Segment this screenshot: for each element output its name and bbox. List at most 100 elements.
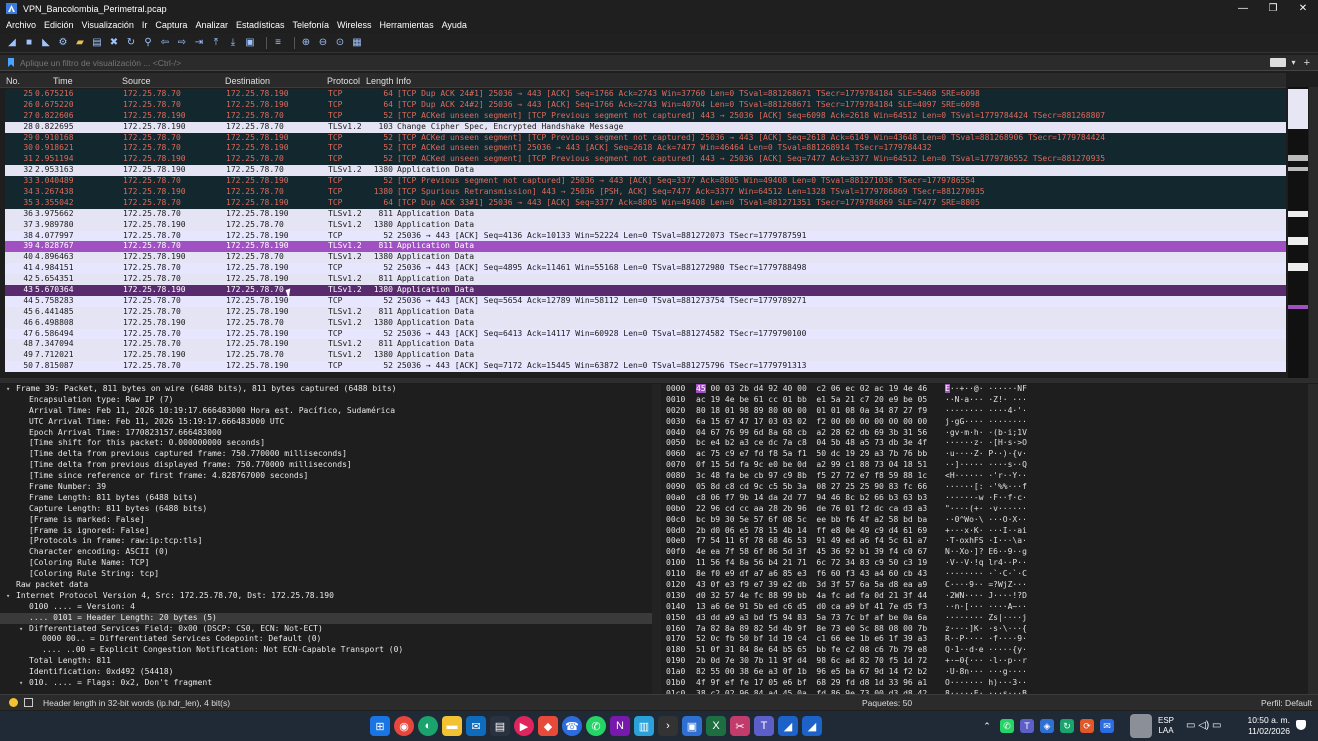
capture-comment-icon[interactable] — [24, 698, 33, 707]
edge-icon[interactable]: ◐ — [418, 716, 438, 736]
resize-columns-icon[interactable]: ▦ — [351, 37, 363, 49]
packet-row[interactable]: 38 4.077997 172.25.78.70 172.25.78.190 TCP 52… — [5, 230, 1286, 242]
pane-splitter[interactable] — [0, 378, 1318, 383]
packet-row[interactable]: 40 4.896463 172.25.78.190 172.25.78.70 TLSv1… — [5, 252, 1286, 264]
bookmark-icon[interactable] — [8, 58, 14, 67]
notifications-icon[interactable] — [1296, 720, 1306, 730]
close-button[interactable]: ✕ — [1288, 0, 1318, 17]
file-explorer-icon[interactable]: ▬ — [442, 716, 462, 736]
stop-capture-icon[interactable]: ■ — [23, 37, 35, 49]
autoscroll-icon[interactable]: ▣ — [244, 37, 256, 49]
column-length[interactable]: Length — [366, 76, 394, 86]
hex-dump-line[interactable]: 0150 d3 dd a9 a3 bd f5 94 83 5a 73 7c bf … — [662, 613, 1302, 624]
hex-dump-line[interactable]: 01b0 4f 9f ef fe 17 05 e6 bf 68 29 fd d8 … — [662, 678, 1302, 689]
menu-estadisticas[interactable]: Estadísticas — [236, 20, 285, 30]
hex-dump-line[interactable]: 0090 05 8d c8 cd 9c c5 5b 3a 08 27 25 25 … — [662, 482, 1302, 493]
tray-chevron-icon[interactable]: ⌃ — [980, 719, 994, 733]
microphone-icon[interactable] — [1130, 714, 1152, 738]
packet-row[interactable]: 31 2.951194 172.25.78.190 172.25.78.70 TCP 52… — [5, 154, 1286, 166]
packet-row[interactable]: 45 6.441485 172.25.78.70 172.25.78.190 TLSv1… — [5, 306, 1286, 318]
hex-dump-line[interactable]: 0190 2b 0d 7e 30 7b 11 9f d4 98 6c ad 82 … — [662, 656, 1302, 667]
details-scrollbar[interactable] — [652, 384, 661, 694]
packet-row[interactable]: 34 3.267438 172.25.78.190 172.25.78.70 TCP 13… — [5, 187, 1286, 198]
outlook-icon[interactable]: ✉ — [466, 716, 486, 736]
packet-row[interactable]: 36 3.975662 172.25.78.70 172.25.78.190 TLSv1… — [5, 208, 1286, 220]
hex-dump-line[interactable]: 0000 45 00 03 2b d4 92 40 00 c2 06 ec 02 … — [662, 384, 1302, 395]
packet-row[interactable]: 47 6.586494 172.25.78.70 172.25.78.190 TCP 52… — [5, 328, 1286, 340]
detail-tree-item[interactable]: ▾ Frame 39: Packet, 811 bytes on wire (64… — [0, 384, 652, 395]
display-filter-input[interactable] — [20, 55, 1270, 70]
hex-dump-line[interactable]: 0170 52 0c fb 50 bf 1d 19 c4 c1 66 ee 1b … — [662, 634, 1302, 645]
media-player-icon[interactable]: ▶ — [514, 716, 534, 736]
hex-dump-line[interactable]: 0180 51 0f 31 84 8e 64 b5 65 bb fe c2 08 … — [662, 645, 1302, 656]
menu-analizar[interactable]: Analizar — [195, 20, 228, 30]
open-file-icon[interactable]: ▰ — [74, 37, 86, 49]
onenote-icon[interactable]: N — [610, 716, 630, 736]
packet-row[interactable]: 44 5.758283 172.25.78.70 172.25.78.190 TCP 52… — [5, 295, 1286, 307]
teams-icon[interactable]: T — [754, 716, 774, 736]
hex-dump-line[interactable]: 0010 ac 19 4e be 61 cc 01 bb e1 5a 21 c7 … — [662, 395, 1302, 406]
menu-herramientas[interactable]: Herramientas — [380, 20, 434, 30]
packet-row[interactable]: 35 3.355042 172.25.78.70 172.25.78.190 TCP 64… — [5, 197, 1286, 209]
packet-row[interactable]: 49 7.712021 172.25.78.190 172.25.78.70 TLSv1… — [5, 350, 1286, 362]
packet-row[interactable]: 28 0.822695 172.25.78.190 172.25.78.70 TLSv1… — [5, 121, 1286, 133]
wireshark-active-icon[interactable]: ◢ — [802, 716, 822, 736]
chrome-icon[interactable]: ◉ — [394, 716, 414, 736]
wireshark-taskbar-icon[interactable]: ◢ — [778, 716, 798, 736]
packet-row[interactable]: 50 7.815087 172.25.78.70 172.25.78.190 TCP 52… — [5, 361, 1286, 373]
detail-tree-item[interactable]: [Time shift for this packet: 0.000000000… — [0, 438, 652, 449]
tray-update-icon[interactable]: ⟳ — [1080, 719, 1094, 733]
column-source[interactable]: Source — [122, 76, 151, 86]
whatsapp-icon[interactable]: ✆ — [586, 716, 606, 736]
packet-row[interactable]: 26 0.675220 172.25.78.70 172.25.78.190 TCP 64… — [5, 99, 1286, 111]
hex-dump-line[interactable]: 0070 0f 15 5d fa 9c e0 be 0d a2 99 c1 88 … — [662, 460, 1302, 471]
tray-teams-icon[interactable]: T — [1020, 719, 1034, 733]
detail-tree-item[interactable]: Arrival Time: Feb 11, 2026 10:19:17.6664… — [0, 406, 652, 417]
hex-dump-line[interactable]: 00a0 c8 06 f7 9b 14 da 2d 77 94 46 8c b2 … — [662, 493, 1302, 504]
detail-tree-item[interactable]: Raw packet data — [0, 580, 652, 591]
detail-tree-item[interactable]: UTC Arrival Time: Feb 11, 2026 15:19:17.… — [0, 417, 652, 428]
detail-tree-item[interactable]: Capture Length: 811 bytes (6488 bits) — [0, 504, 652, 515]
detail-tree-item[interactable]: [Time delta from previous captured frame… — [0, 449, 652, 460]
notepad-icon[interactable]: ▥ — [634, 716, 654, 736]
packet-row[interactable]: 46 6.498808 172.25.78.190 172.25.78.70 TLSv1… — [5, 317, 1286, 329]
column-time[interactable]: Time — [53, 76, 73, 86]
hex-dump-line[interactable]: 0060 ac 75 c9 e7 fd f8 5a f1 50 dc 19 29 … — [662, 449, 1302, 460]
profile-label[interactable]: Perfil: Default — [1261, 698, 1312, 708]
anydesk-icon[interactable]: ◆ — [538, 716, 558, 736]
menu-telefonia[interactable]: Telefonía — [293, 20, 330, 30]
detail-tree-item[interactable]: ▾ Differentiated Services Field: 0x00 (DS… — [0, 624, 652, 635]
detail-tree-item[interactable]: 0100 .... = Version: 4 — [0, 602, 652, 613]
excel-icon[interactable]: X — [706, 716, 726, 736]
hex-dump-line[interactable]: 00b0 22 96 cd cc aa 28 2b 96 de 76 01 f2 … — [662, 504, 1302, 515]
find-packet-icon[interactable]: ⚲ — [142, 37, 154, 49]
apply-filter-icon[interactable] — [1269, 58, 1286, 67]
go-to-packet-icon[interactable]: ⇥ — [193, 37, 205, 49]
packet-row[interactable]: 43 5.670364 172.25.78.190 172.25.78.70 TLSv1… — [5, 285, 1286, 296]
zoom-out-icon[interactable]: ⊖ — [317, 37, 329, 49]
packet-row[interactable]: 33 3.040489 172.25.78.70 172.25.78.190 TCP 52… — [5, 176, 1286, 188]
first-packet-icon[interactable]: ⤒ — [210, 37, 222, 49]
system-clock[interactable]: 10:50 a. m. 11/02/2026 — [1246, 715, 1290, 737]
packet-row[interactable]: 42 5.654351 172.25.78.70 172.25.78.190 TLSv1… — [5, 274, 1286, 286]
packet-row[interactable]: 32 2.953163 172.25.78.190 172.25.78.70 TLSv1… — [5, 165, 1286, 177]
packet-row[interactable]: 48 7.347094 172.25.78.70 172.25.78.190 TLSv1… — [5, 339, 1286, 351]
detail-tree-item[interactable]: Total Length: 811 — [0, 656, 652, 667]
detail-tree-item[interactable]: [Coloring Rule String: tcp] — [0, 569, 652, 580]
detail-tree-item[interactable]: .... ..00 = Explicit Congestion Notifica… — [0, 645, 652, 656]
detail-tree-item[interactable]: [Time delta from previous displayed fram… — [0, 460, 652, 471]
detail-tree-item[interactable]: [Protocols in frame: raw:ip:tcp:tls] — [0, 536, 652, 547]
packet-row[interactable]: 27 0.822606 172.25.78.190 172.25.78.70 TCP 52… — [5, 110, 1286, 122]
hex-dump-line[interactable]: 0080 3c 48 fa be cb 97 c9 8b f5 27 72 e7 … — [662, 471, 1302, 482]
capture-options-icon[interactable]: ⚙ — [57, 37, 69, 49]
expand-arrow-icon[interactable]: ▾ — [6, 591, 16, 602]
hex-dump-line[interactable]: 0130 d0 32 57 4e fc 88 99 bb 4a fc ad fa … — [662, 591, 1302, 602]
zoom-in-icon[interactable]: ⊕ — [300, 37, 312, 49]
packet-minimap[interactable] — [1288, 87, 1308, 378]
go-forward-icon[interactable]: ⇨ — [176, 37, 188, 49]
start-capture-icon[interactable]: ◢ — [6, 37, 18, 49]
hex-dump-line[interactable]: 00f0 4e ea 7f 58 6f 86 5d 3f 45 36 92 b1 … — [662, 547, 1302, 558]
add-filter-button-icon[interactable]: + — [1304, 57, 1310, 69]
reload-file-icon[interactable]: ↻ — [125, 37, 137, 49]
restart-capture-icon[interactable]: ◣ — [40, 37, 52, 49]
